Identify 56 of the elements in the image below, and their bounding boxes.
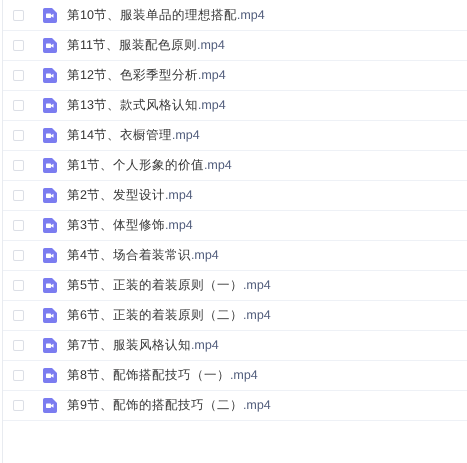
file-row[interactable]: 第10节、服装单品的理想搭配.mp4 — [3, 1, 467, 31]
file-name[interactable]: 第12节、色彩季型分析.mp4 — [67, 66, 226, 85]
file-row[interactable]: 第6节、正装的着装原则（二）.mp4 — [3, 301, 467, 331]
video-file-icon — [43, 248, 57, 263]
file-name[interactable]: 第3节、体型修饰.mp4 — [67, 216, 193, 235]
video-file-icon — [43, 368, 57, 383]
checkbox[interactable] — [13, 340, 24, 351]
file-row[interactable]: 第14节、衣橱管理.mp4 — [3, 121, 467, 151]
file-name[interactable]: 第7节、服装风格认知.mp4 — [67, 336, 219, 355]
video-file-icon — [43, 398, 57, 413]
video-file-icon — [43, 38, 57, 53]
checkbox[interactable] — [13, 310, 24, 321]
file-row[interactable]: 第11节、服装配色原则.mp4 — [3, 31, 467, 61]
file-name[interactable]: 第6节、正装的着装原则（二）.mp4 — [67, 306, 271, 325]
file-name[interactable]: 第2节、发型设计.mp4 — [67, 186, 193, 205]
video-file-icon — [43, 338, 57, 353]
video-file-icon — [43, 98, 57, 113]
file-name[interactable]: 第10节、服装单品的理想搭配.mp4 — [67, 6, 265, 25]
video-file-icon — [43, 8, 57, 23]
checkbox[interactable] — [13, 160, 24, 171]
video-file-icon — [43, 68, 57, 83]
video-file-icon — [43, 128, 57, 143]
file-row[interactable]: 第2节、发型设计.mp4 — [3, 181, 467, 211]
file-name[interactable]: 第14节、衣橱管理.mp4 — [67, 126, 200, 145]
file-row[interactable]: 第8节、配饰搭配技巧（一）.mp4 — [3, 361, 467, 391]
file-row[interactable]: 第5节、正装的着装原则（一）.mp4 — [3, 271, 467, 301]
file-name[interactable]: 第11节、服装配色原则.mp4 — [67, 36, 225, 55]
checkbox[interactable] — [13, 370, 24, 381]
file-row[interactable]: 第3节、体型修饰.mp4 — [3, 211, 467, 241]
file-name[interactable]: 第4节、场合着装常识.mp4 — [67, 246, 219, 265]
file-row[interactable]: 第13节、款式风格认知.mp4 — [3, 91, 467, 121]
file-row[interactable]: 第1节、个人形象的价值.mp4 — [3, 151, 467, 181]
file-name[interactable]: 第1节、个人形象的价值.mp4 — [67, 156, 232, 175]
checkbox[interactable] — [13, 250, 24, 261]
checkbox[interactable] — [13, 130, 24, 141]
checkbox[interactable] — [13, 190, 24, 201]
file-name[interactable]: 第13节、款式风格认知.mp4 — [67, 96, 226, 115]
file-row[interactable]: 第9节、配饰的搭配技巧（二）.mp4 — [3, 391, 467, 421]
checkbox[interactable] — [13, 280, 24, 291]
video-file-icon — [43, 308, 57, 323]
checkbox[interactable] — [13, 220, 24, 231]
checkbox[interactable] — [13, 100, 24, 111]
video-file-icon — [43, 188, 57, 203]
video-file-icon — [43, 278, 57, 293]
file-name[interactable]: 第8节、配饰搭配技巧（一）.mp4 — [67, 366, 258, 385]
file-row[interactable]: 第12节、色彩季型分析.mp4 — [3, 61, 467, 91]
video-file-icon — [43, 158, 57, 173]
checkbox[interactable] — [13, 10, 24, 21]
file-row[interactable]: 第4节、场合着装常识.mp4 — [3, 241, 467, 271]
checkbox[interactable] — [13, 400, 24, 411]
video-file-icon — [43, 218, 57, 233]
file-name[interactable]: 第9节、配饰的搭配技巧（二）.mp4 — [67, 396, 271, 415]
checkbox[interactable] — [13, 40, 24, 51]
file-row[interactable]: 第7节、服装风格认知.mp4 — [3, 331, 467, 361]
file-name[interactable]: 第5节、正装的着装原则（一）.mp4 — [67, 276, 271, 295]
checkbox[interactable] — [13, 70, 24, 81]
